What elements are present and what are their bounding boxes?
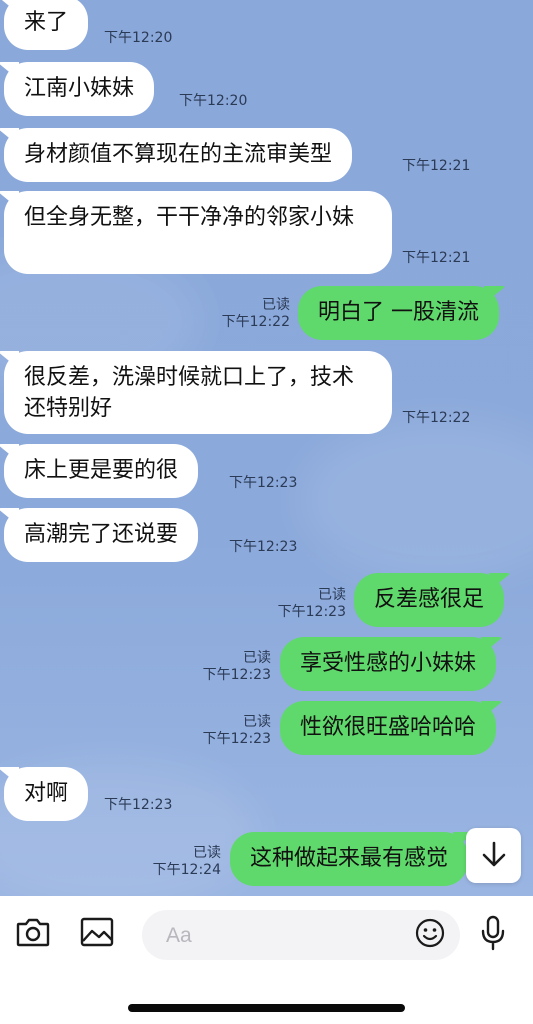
message-text: 身材颜值不算现在的主流审美型 [24,142,333,167]
message-text: 反差感很足 [374,587,485,612]
message-time: 下午12:23 [229,475,298,491]
gallery-button[interactable] [78,916,116,952]
composer-bar [0,896,533,1024]
incoming-message-bubble[interactable]: 江南小妹妹 [4,62,155,116]
incoming-message-bubble[interactable]: 但全身无整，干干净净的邻家小妹 [4,191,392,274]
message-time: 下午12:23 [229,539,298,555]
incoming-message-bubble[interactable]: 身材颜值不算现在的主流审美型 [4,128,353,182]
scroll-to-bottom-button[interactable] [466,828,521,883]
message-meta: 已读 下午12:24 [136,845,221,879]
message-time: 下午12:22 [221,314,290,330]
message-list[interactable]: 来了 下午12:20 江南小妹妹 下午12:20 身材颜值不算现在的主流审美型 … [0,0,533,896]
message-time: 下午12:23 [277,604,346,620]
message-text: 江南小妹妹 [24,76,135,101]
message-time: 下午12:21 [402,250,471,266]
message-time: 下午12:23 [202,731,271,747]
chat-screen: 来了 下午12:20 江南小妹妹 下午12:20 身材颜值不算现在的主流审美型 … [0,0,533,1024]
read-receipt: 已读 [318,587,346,603]
message-text: 高潮完了还说要 [24,522,179,547]
outgoing-message-bubble[interactable]: 这种做起来最有感觉 [230,832,469,886]
message-time: 下午12:23 [104,797,173,813]
background-cloud [300,420,533,580]
message-meta: 下午12:22 [402,410,470,427]
message-meta: 下午12:21 [402,250,470,267]
incoming-message-bubble[interactable]: 对啊 [4,767,89,821]
outgoing-message-bubble[interactable]: 反差感很足 [354,573,505,627]
message-text: 很反差，洗澡时候就口上了，技术还特别好 [24,365,355,421]
message-time: 下午12:20 [104,30,173,46]
voice-button[interactable] [476,915,510,955]
incoming-message-bubble[interactable]: 床上更是要的很 [4,444,199,498]
message-text: 床上更是要的很 [24,458,179,483]
camera-button[interactable] [14,916,52,952]
incoming-message-bubble[interactable]: 来了 [4,0,89,50]
message-text: 享受性感的小妹妹 [300,651,477,676]
emoji-icon [414,917,446,953]
message-time: 下午12:24 [152,862,221,878]
read-receipt: 已读 [262,297,290,313]
outgoing-message-bubble[interactable]: 享受性感的小妹妹 [280,637,497,691]
message-time: 下午12:22 [402,410,471,426]
message-meta: 已读 下午12:23 [261,587,346,621]
emoji-button[interactable] [414,917,446,953]
message-text: 来了 [24,10,69,35]
message-text: 对啊 [24,781,69,806]
message-text: 明白了 一股清流 [318,300,479,325]
incoming-message-bubble[interactable]: 很反差，洗澡时候就口上了，技术还特别好 [4,351,392,434]
outgoing-message-bubble[interactable]: 性欲很旺盛哈哈哈 [280,701,497,755]
microphone-icon [479,915,507,955]
message-time: 下午12:23 [202,667,271,683]
message-text: 这种做起来最有感觉 [250,846,449,871]
message-meta: 下午12:20 [104,30,172,47]
message-meta: 下午12:21 [402,158,470,175]
outgoing-message-bubble[interactable]: 明白了 一股清流 [298,286,499,340]
camera-icon [15,916,51,952]
message-input[interactable] [164,910,398,962]
message-meta: 下午12:23 [104,797,172,814]
arrow-down-icon [481,840,507,872]
message-meta: 下午12:20 [179,93,247,110]
message-meta: 已读 下午12:23 [186,650,271,684]
message-time: 下午12:21 [402,158,471,174]
image-icon [80,916,114,952]
home-indicator[interactable] [128,1004,405,1012]
message-text: 但全身无整，干干净净的邻家小妹 [24,205,355,230]
incoming-message-bubble[interactable]: 高潮完了还说要 [4,508,199,562]
message-time: 下午12:20 [179,93,248,109]
message-meta: 已读 下午12:22 [205,297,290,331]
read-receipt: 已读 [193,845,221,861]
read-receipt: 已读 [243,714,271,730]
message-input-box[interactable] [142,910,460,962]
message-text: 性欲很旺盛哈哈哈 [300,715,477,740]
message-meta: 已读 下午12:23 [186,714,271,748]
message-meta: 下午12:23 [229,539,297,556]
message-meta: 下午12:23 [229,475,297,492]
read-receipt: 已读 [243,650,271,666]
